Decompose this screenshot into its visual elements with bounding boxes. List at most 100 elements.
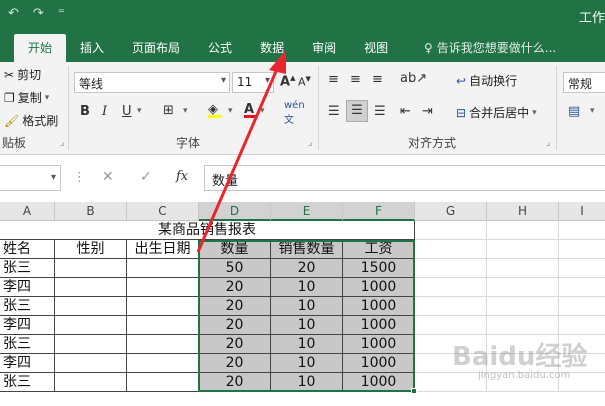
copy-button[interactable]: ❐ 复制 ▾ bbox=[4, 89, 49, 106]
increase-indent-icon[interactable]: ⇥ bbox=[422, 104, 433, 119]
column-header-h[interactable]: H bbox=[487, 202, 559, 221]
format-painter-button[interactable]: 🖌 格式刷 bbox=[4, 112, 58, 129]
table-cell[interactable] bbox=[55, 335, 127, 354]
dialog-launcher-icon[interactable]: ⌟ bbox=[60, 138, 64, 148]
table-cell[interactable]: 20 bbox=[271, 259, 343, 278]
table-cell[interactable]: 1000 bbox=[343, 373, 415, 392]
table-cell[interactable] bbox=[55, 373, 127, 392]
align-left-icon[interactable]: ☰ bbox=[328, 104, 340, 119]
table-header-cell[interactable]: 销售数量 bbox=[271, 240, 343, 259]
fill-color-icon[interactable]: ◈ bbox=[208, 102, 222, 118]
table-cell[interactable]: 20 bbox=[199, 278, 271, 297]
empty-cell[interactable] bbox=[415, 259, 487, 278]
empty-cell[interactable] bbox=[487, 297, 559, 316]
chevron-down-icon[interactable]: ▾ bbox=[137, 106, 142, 116]
table-cell[interactable]: 张三 bbox=[0, 335, 55, 354]
table-cell[interactable]: 张三 bbox=[0, 259, 55, 278]
table-cell[interactable]: 李四 bbox=[0, 278, 55, 297]
redo-icon[interactable]: ↷ bbox=[33, 6, 44, 21]
increase-font-icon[interactable]: A▲ bbox=[280, 74, 295, 89]
tab-data[interactable]: 数据 bbox=[246, 34, 298, 62]
wrap-text-button[interactable]: ↩ 自动换行 bbox=[456, 72, 517, 89]
empty-cell[interactable] bbox=[559, 316, 605, 335]
empty-cell[interactable] bbox=[559, 221, 605, 240]
formula-input[interactable]: 数量 bbox=[204, 165, 605, 191]
table-cell[interactable] bbox=[55, 354, 127, 373]
align-bottom-icon[interactable]: ≡ bbox=[372, 72, 383, 87]
column-header-c[interactable]: C bbox=[127, 202, 199, 221]
empty-cell[interactable] bbox=[415, 240, 487, 259]
table-cell[interactable]: 李四 bbox=[0, 354, 55, 373]
table-header-cell[interactable]: 工资 bbox=[343, 240, 415, 259]
customize-qat-icon[interactable]: ⁼ bbox=[58, 6, 65, 21]
column-header-g[interactable]: G bbox=[415, 202, 487, 221]
table-cell[interactable] bbox=[127, 354, 199, 373]
column-header-i[interactable]: I bbox=[559, 202, 605, 221]
table-cell[interactable]: 张三 bbox=[0, 297, 55, 316]
table-cell[interactable] bbox=[127, 373, 199, 392]
cancel-button[interactable]: ✕ bbox=[102, 169, 114, 185]
column-header-b[interactable]: B bbox=[55, 202, 127, 221]
empty-cell[interactable] bbox=[487, 221, 559, 240]
bold-button[interactable]: B bbox=[80, 104, 90, 119]
align-center-icon[interactable]: ☰ bbox=[346, 100, 368, 122]
enter-button[interactable]: ✓ bbox=[140, 169, 152, 185]
chevron-down-icon[interactable]: ▾ bbox=[260, 106, 265, 116]
table-cell[interactable] bbox=[127, 297, 199, 316]
name-box[interactable]: ▾ bbox=[0, 165, 61, 191]
dialog-launcher-icon[interactable]: ⌟ bbox=[546, 138, 550, 148]
table-cell[interactable]: 1500 bbox=[343, 259, 415, 278]
tell-me-box[interactable]: ♀ 告诉我您想要做什么... bbox=[424, 39, 556, 56]
merge-center-button[interactable]: ⊟ 合并后居中 ▾ bbox=[456, 104, 537, 121]
table-cell[interactable] bbox=[55, 316, 127, 335]
table-cell[interactable] bbox=[127, 335, 199, 354]
orientation-icon[interactable]: ab↗ bbox=[400, 71, 427, 86]
number-format-select[interactable]: 常规 bbox=[563, 72, 605, 93]
table-cell[interactable]: 50 bbox=[199, 259, 271, 278]
font-color-icon[interactable]: A bbox=[244, 102, 256, 118]
italic-button[interactable]: I bbox=[102, 104, 107, 119]
accounting-format-icon[interactable]: ▤ bbox=[568, 104, 580, 119]
table-cell[interactable]: 10 bbox=[271, 316, 343, 335]
align-right-icon[interactable]: ☰ bbox=[374, 104, 386, 119]
tab-insert[interactable]: 插入 bbox=[66, 34, 118, 62]
tab-review[interactable]: 审阅 bbox=[298, 34, 350, 62]
empty-cell[interactable] bbox=[415, 221, 487, 240]
align-middle-icon[interactable]: ≡ bbox=[350, 72, 361, 87]
chevron-down-icon[interactable]: ▾ bbox=[590, 106, 595, 116]
font-size-select[interactable]: 11 ▾ bbox=[232, 72, 274, 93]
empty-cell[interactable] bbox=[487, 259, 559, 278]
table-cell[interactable]: 20 bbox=[199, 335, 271, 354]
table-cell[interactable] bbox=[55, 297, 127, 316]
align-top-icon[interactable]: ≡ bbox=[328, 72, 339, 87]
empty-cell[interactable] bbox=[559, 240, 605, 259]
empty-cell[interactable] bbox=[487, 316, 559, 335]
table-cell[interactable]: 1000 bbox=[343, 335, 415, 354]
fill-handle[interactable] bbox=[411, 388, 417, 394]
column-header-d[interactable]: D bbox=[199, 202, 271, 221]
table-header-cell[interactable]: 出生日期 bbox=[127, 240, 199, 259]
empty-cell[interactable] bbox=[559, 278, 605, 297]
table-cell[interactable]: 1000 bbox=[343, 354, 415, 373]
decrease-font-icon[interactable]: A▼ bbox=[298, 75, 311, 89]
cut-button[interactable]: ✂ 剪切 bbox=[4, 66, 41, 83]
underline-button[interactable]: U bbox=[122, 104, 132, 119]
table-cell[interactable]: 20 bbox=[199, 316, 271, 335]
table-cell[interactable]: 20 bbox=[199, 297, 271, 316]
tab-page-layout[interactable]: 页面布局 bbox=[118, 34, 194, 62]
table-cell[interactable]: 10 bbox=[271, 335, 343, 354]
borders-icon[interactable]: ⊞ bbox=[163, 103, 174, 118]
chevron-down-icon[interactable]: ▾ bbox=[228, 106, 233, 116]
table-cell[interactable] bbox=[55, 278, 127, 297]
tab-formulas[interactable]: 公式 bbox=[194, 34, 246, 62]
table-cell[interactable]: 10 bbox=[271, 354, 343, 373]
decrease-indent-icon[interactable]: ⇤ bbox=[400, 104, 411, 119]
table-header-cell[interactable]: 数量 bbox=[199, 240, 271, 259]
table-cell[interactable]: 20 bbox=[199, 354, 271, 373]
undo-icon[interactable]: ↶ bbox=[8, 6, 19, 21]
table-cell[interactable]: 张三 bbox=[0, 373, 55, 392]
table-cell[interactable] bbox=[127, 316, 199, 335]
table-cell[interactable]: 10 bbox=[271, 278, 343, 297]
sheet-title-cell[interactable]: 某商品销售报表 bbox=[0, 221, 415, 240]
empty-cell[interactable] bbox=[559, 259, 605, 278]
